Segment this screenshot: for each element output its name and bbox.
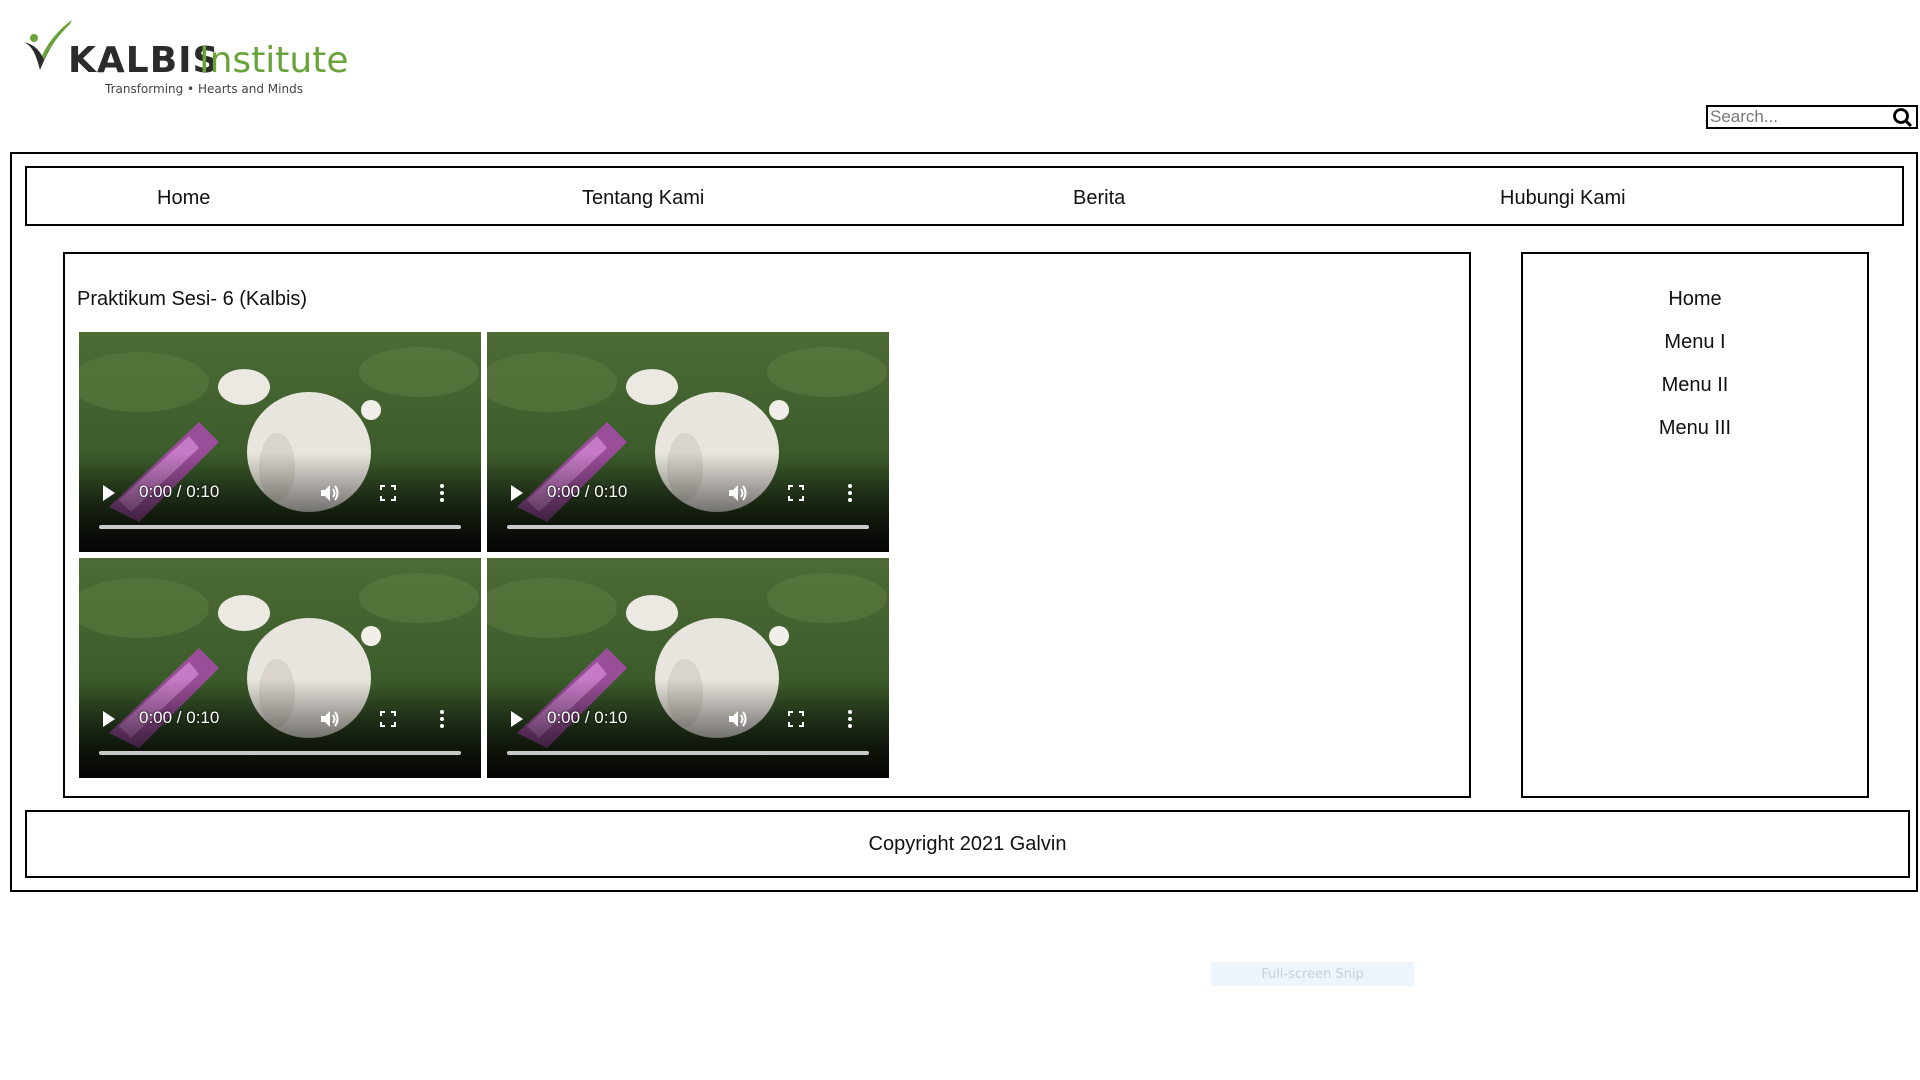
video-progress-bar[interactable] xyxy=(99,525,461,529)
video-thumbnail xyxy=(487,558,889,778)
play-icon[interactable] xyxy=(509,710,525,728)
video-progress-bar[interactable] xyxy=(99,751,461,755)
search-button[interactable] xyxy=(1890,107,1916,128)
more-options-icon[interactable] xyxy=(847,483,853,503)
video-time: 0:00 / 0:10 xyxy=(139,708,220,727)
video-time: 0:00 / 0:10 xyxy=(547,708,628,727)
video-thumbnail xyxy=(79,332,481,552)
copyright-text: Copyright 2021 Galvin xyxy=(868,833,1067,855)
play-icon[interactable] xyxy=(509,484,525,502)
kalbis-logo[interactable]: KALBIS Institute Transforming • Hearts a… xyxy=(20,16,349,100)
snip-overlay-label: Full-screen Snip xyxy=(1211,962,1414,986)
page-footer: Copyright 2021 Galvin xyxy=(25,810,1910,878)
volume-icon[interactable] xyxy=(319,483,341,503)
play-icon[interactable] xyxy=(101,710,117,728)
nav-item-hubungi-kami[interactable]: Hubungi Kami xyxy=(1500,187,1626,210)
logo-tagline: Transforming • Hearts and Minds xyxy=(105,82,303,96)
sidebar-item-home[interactable]: Home xyxy=(1523,288,1867,311)
fullscreen-icon[interactable] xyxy=(787,484,805,502)
video-time: 0:00 / 0:10 xyxy=(547,482,628,501)
nav-item-berita[interactable]: Berita xyxy=(1073,187,1125,210)
search-icon xyxy=(1893,108,1913,128)
fullscreen-icon[interactable] xyxy=(379,484,397,502)
video-time: 0:00 / 0:10 xyxy=(139,482,220,501)
more-options-icon[interactable] xyxy=(439,483,445,503)
page-header: KALBIS Institute Transforming • Hearts a… xyxy=(0,0,1920,150)
video-player[interactable]: 0:00 / 0:10 xyxy=(487,332,889,552)
video-progress-bar[interactable] xyxy=(507,751,869,755)
video-player[interactable]: 0:00 / 0:10 xyxy=(487,558,889,778)
logo-brand-suffix: Institute xyxy=(199,40,349,81)
page-title: Praktikum Sesi- 6 (Kalbis) xyxy=(77,288,308,310)
play-icon[interactable] xyxy=(101,484,117,502)
sidebar: Home Menu I Menu II Menu III xyxy=(1521,252,1869,798)
top-nav: Home Tentang Kami Berita Hubungi Kami xyxy=(25,166,1904,226)
video-thumbnail xyxy=(487,332,889,552)
sidebar-item-menu-2[interactable]: Menu II xyxy=(1523,374,1867,397)
sidebar-item-menu-1[interactable]: Menu I xyxy=(1523,331,1867,354)
nav-item-home[interactable]: Home xyxy=(157,187,210,210)
volume-icon[interactable] xyxy=(727,709,749,729)
video-thumbnail xyxy=(79,558,481,778)
search-input[interactable] xyxy=(1710,108,1890,126)
logo-brand: KALBIS xyxy=(68,40,220,81)
sidebar-item-menu-3[interactable]: Menu III xyxy=(1523,417,1867,440)
fullscreen-icon[interactable] xyxy=(787,710,805,728)
more-options-icon[interactable] xyxy=(439,709,445,729)
fullscreen-icon[interactable] xyxy=(379,710,397,728)
video-player[interactable]: 0:00 / 0:10 xyxy=(79,332,481,552)
search-box xyxy=(1706,105,1918,129)
volume-icon[interactable] xyxy=(319,709,341,729)
video-progress-bar[interactable] xyxy=(507,525,869,529)
more-options-icon[interactable] xyxy=(847,709,853,729)
main-content: Praktikum Sesi- 6 (Kalbis) 0:00 / 0:10 0… xyxy=(63,252,1471,798)
volume-icon[interactable] xyxy=(727,483,749,503)
nav-item-tentang-kami[interactable]: Tentang Kami xyxy=(582,187,704,210)
video-player[interactable]: 0:00 / 0:10 xyxy=(79,558,481,778)
